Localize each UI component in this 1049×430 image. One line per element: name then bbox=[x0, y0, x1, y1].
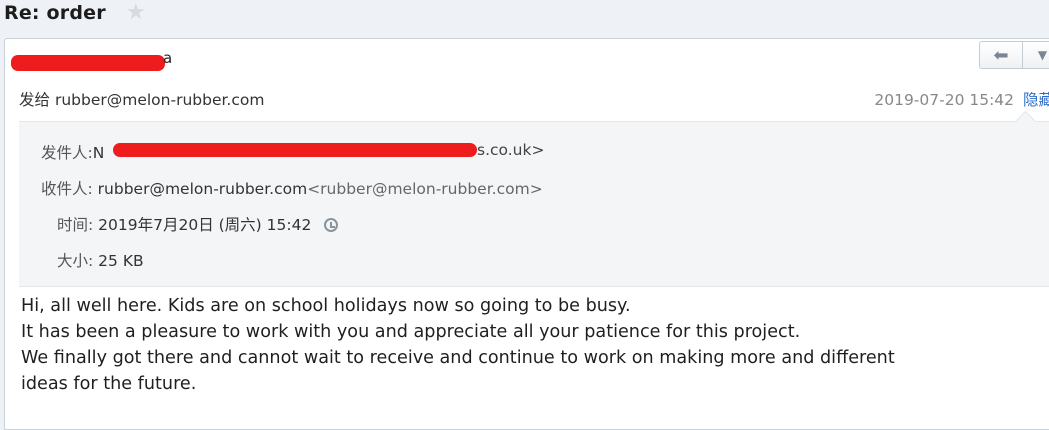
body-line: It has been a pleasure to work with you … bbox=[21, 322, 801, 342]
body-line: ideas for the future. bbox=[21, 374, 197, 394]
reply-button[interactable]: ⬅ bbox=[979, 41, 1023, 69]
history-icon[interactable] bbox=[324, 218, 339, 232]
body-line: We finally got there and cannot wait to … bbox=[21, 348, 895, 368]
title-bar: Re: order ★ bbox=[0, 0, 1049, 36]
message-body: Hi, all well here. Kids are on school ho… bbox=[21, 293, 1049, 397]
body-line: Hi, all well here. Kids are on school ho… bbox=[21, 296, 631, 316]
time-label: 时间: bbox=[57, 216, 94, 234]
message-panel: a ⬅ ▼ 发给 rubber@melon-rubber.com 2019-07… bbox=[4, 38, 1049, 430]
size-row: 大小: 25 KB bbox=[57, 249, 144, 271]
sender-name-suffix: a bbox=[163, 49, 173, 67]
to-label: 发给 bbox=[19, 91, 51, 109]
from-label: 发件人: bbox=[41, 144, 93, 162]
date-summary: 2019-07-20 15:42 隐藏信息 bbox=[874, 88, 1049, 110]
recipient-summary: 发给 rubber@melon-rubber.com bbox=[19, 88, 264, 110]
from-row: 发件人:N bbox=[41, 141, 104, 163]
star-icon[interactable]: ★ bbox=[126, 2, 146, 24]
from-prefix: N bbox=[92, 144, 105, 162]
from-suffix: s.co.uk> bbox=[477, 141, 545, 159]
size-value: 25 KB bbox=[98, 252, 144, 270]
more-actions-button[interactable]: ▼ bbox=[1023, 41, 1049, 69]
to-row: 收件人: rubber@melon-rubber.com<rubber@melo… bbox=[41, 177, 543, 199]
time-row: 时间: 2019年7月20日 (周六) 15:42 bbox=[57, 213, 339, 235]
from-redaction bbox=[113, 143, 477, 157]
reply-icon: ⬅ bbox=[993, 44, 1009, 66]
size-label: 大小: bbox=[57, 252, 94, 270]
hide-details-link[interactable]: 隐藏信息 bbox=[1023, 91, 1049, 109]
email-date: 2019-07-20 15:42 bbox=[874, 91, 1015, 109]
to-detail-address[interactable]: rubber@melon-rubber.com bbox=[98, 180, 308, 198]
details-box: 发件人:N s.co.uk> 收件人: rubber@melon-rubber.… bbox=[19, 110, 1049, 287]
to-detail-full: <rubber@melon-rubber.com> bbox=[307, 180, 543, 198]
to-detail-label: 收件人: bbox=[41, 180, 93, 198]
to-address: rubber@melon-rubber.com bbox=[54, 91, 265, 109]
chevron-down-icon: ▼ bbox=[1037, 48, 1048, 62]
time-value: 2019年7月20日 (周六) 15:42 bbox=[98, 216, 312, 234]
sender-redaction bbox=[11, 55, 165, 71]
email-subject: Re: order bbox=[4, 2, 106, 24]
details-caret bbox=[1014, 110, 1037, 133]
